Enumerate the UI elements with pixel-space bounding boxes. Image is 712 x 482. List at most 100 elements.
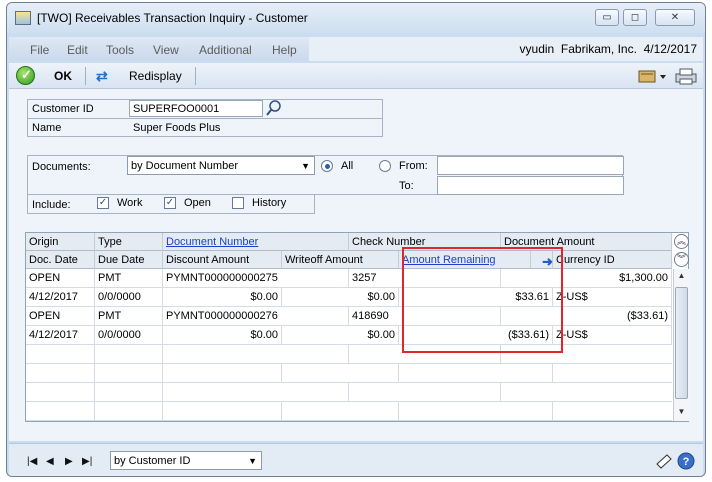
menu-bar: File Edit Tools View Additional Help vyu…	[9, 37, 703, 61]
table-row[interactable]: 4/12/2017 0/0/0000 $0.00 $0.00 ($33.61) …	[26, 326, 672, 345]
row-discount-amount: $0.00	[163, 326, 282, 345]
collapse-rows-icon[interactable]: ︽	[674, 234, 689, 249]
customer-id-value: SUPERFOO0001	[133, 103, 220, 115]
documents-label: Documents:	[32, 161, 91, 173]
grid-header-row-2: Doc. Date Due Date Discount Amount Write…	[26, 251, 672, 269]
transaction-grid: Origin Type Document Number Check Number…	[25, 232, 689, 422]
name-label: Name	[32, 122, 62, 134]
annotation-highlight-box	[402, 247, 563, 353]
menu-edit[interactable]: Edit	[67, 43, 88, 57]
arrow-right-icon[interactable]: ➜	[542, 254, 558, 269]
include-history-checkbox[interactable]	[232, 197, 244, 209]
menu-view[interactable]: View	[153, 43, 179, 57]
include-open-label: Open	[184, 197, 211, 209]
row-document-number: PYMNT000000000275	[163, 269, 349, 288]
row-discount-amount: $0.00	[163, 288, 282, 307]
scroll-thumb[interactable]	[675, 287, 688, 399]
radio-all[interactable]	[321, 160, 333, 172]
table-row-empty[interactable]	[26, 364, 672, 383]
include-label: Include:	[32, 199, 71, 211]
row-type: PMT	[95, 307, 163, 326]
redisplay-icon[interactable]: ⇄	[96, 68, 108, 85]
include-work-label: Work	[117, 197, 143, 209]
col-origin[interactable]: Origin	[26, 233, 95, 251]
empty-cell	[282, 364, 399, 383]
row-doc-date: 4/12/2017	[26, 288, 95, 307]
empty-cell	[95, 364, 163, 383]
menu-additional[interactable]: Additional	[199, 43, 252, 57]
from-field[interactable]	[437, 156, 624, 175]
empty-cell	[163, 402, 282, 421]
empty-cell	[26, 345, 95, 364]
row-origin: OPEN	[26, 307, 95, 326]
table-row-empty[interactable]	[26, 383, 672, 402]
documents-sort-select[interactable]: by Document Number ▼	[127, 156, 315, 175]
empty-cell	[26, 383, 95, 402]
help-icon[interactable]: ?	[677, 452, 695, 470]
grid-scrollbar[interactable]: ▲ ▼	[673, 269, 689, 421]
company-name: Fabrikam, Inc.	[560, 42, 637, 56]
col-currency-id[interactable]: Currency ID	[553, 251, 672, 269]
table-row-empty[interactable]	[26, 345, 672, 364]
ok-button[interactable]: OK	[54, 69, 72, 83]
redisplay-button[interactable]: Redisplay	[129, 69, 182, 83]
table-row-empty[interactable]	[26, 402, 672, 421]
browse-sort-select[interactable]: by Customer ID ▼	[110, 451, 262, 470]
row-type: PMT	[95, 269, 163, 288]
status-bar: |◀ ◀ ▶ ▶| by Customer ID ▼ ?	[9, 443, 703, 476]
col-due-date[interactable]: Due Date	[95, 251, 163, 269]
col-type[interactable]: Type	[95, 233, 163, 251]
user-name: vyudin	[519, 42, 555, 56]
radio-from[interactable]	[379, 160, 391, 172]
col-writeoff-amount[interactable]: Writeoff Amount	[282, 251, 399, 269]
include-work-checkbox[interactable]: ✓	[97, 197, 109, 209]
ok-icon[interactable]	[16, 66, 35, 85]
empty-cell	[399, 364, 553, 383]
row-due-date: 0/0/0000	[95, 288, 163, 307]
empty-cell	[163, 383, 349, 402]
to-label: To:	[399, 180, 414, 192]
include-open-checkbox[interactable]: ✓	[164, 197, 176, 209]
scroll-down-icon[interactable]: ▼	[674, 405, 689, 419]
notes-dropdown-icon[interactable]	[637, 67, 669, 85]
menu-help[interactable]: Help	[272, 43, 297, 57]
next-record-icon[interactable]: ▶	[65, 456, 73, 467]
previous-record-icon[interactable]: ◀	[46, 456, 54, 467]
table-row[interactable]: 4/12/2017 0/0/0000 $0.00 $0.00 $33.61 Z-…	[26, 288, 672, 307]
row-currency-id: Z-US$	[553, 288, 672, 307]
name-value: Super Foods Plus	[133, 122, 221, 134]
window-title: [TWO] Receivables Transaction Inquiry - …	[37, 11, 308, 25]
menu-file[interactable]: File	[30, 43, 49, 57]
empty-cell	[282, 402, 399, 421]
empty-cell	[349, 383, 501, 402]
documents-sort-value: by Document Number	[131, 160, 238, 172]
print-icon[interactable]	[673, 67, 699, 85]
empty-cell	[26, 402, 95, 421]
minimize-button[interactable]: ▭	[595, 9, 619, 26]
empty-cell	[95, 402, 163, 421]
close-button[interactable]: ✕	[655, 9, 695, 26]
row-doc-date: 4/12/2017	[26, 326, 95, 345]
title-bar: [TWO] Receivables Transaction Inquiry - …	[7, 3, 705, 33]
table-row[interactable]: OPEN PMT PYMNT000000000275 3257 $1,300.0…	[26, 269, 672, 288]
scroll-up-icon[interactable]: ▲	[674, 269, 689, 283]
to-field[interactable]	[437, 176, 624, 195]
col-document-number[interactable]: Document Number	[163, 233, 349, 251]
restore-button[interactable]: ◻	[623, 9, 647, 26]
customer-id-field[interactable]: SUPERFOO0001	[129, 100, 263, 117]
row-writeoff-amount: $0.00	[282, 288, 399, 307]
menu-tools[interactable]: Tools	[106, 43, 134, 57]
last-record-icon[interactable]: ▶|	[82, 456, 92, 467]
table-row[interactable]: OPEN PMT PYMNT000000000276 418690 ($33.6…	[26, 307, 672, 326]
expand-rows-icon[interactable]: ︾	[674, 252, 689, 267]
row-due-date: 0/0/0000	[95, 326, 163, 345]
empty-cell	[163, 364, 282, 383]
col-discount-amount[interactable]: Discount Amount	[163, 251, 282, 269]
first-record-icon[interactable]: |◀	[27, 456, 37, 467]
note-icon[interactable]	[655, 452, 673, 470]
toolbar-separator	[195, 67, 196, 85]
lookup-icon[interactable]	[265, 99, 283, 117]
col-doc-date[interactable]: Doc. Date	[26, 251, 95, 269]
from-label: From:	[399, 160, 428, 172]
row-document-number: PYMNT000000000276	[163, 307, 349, 326]
